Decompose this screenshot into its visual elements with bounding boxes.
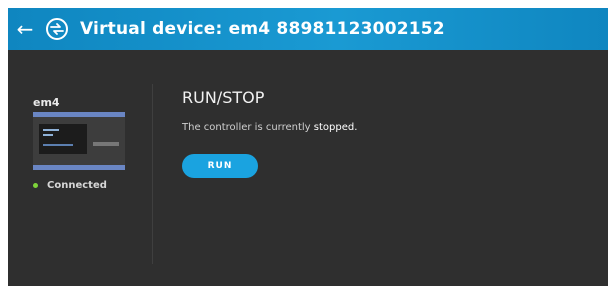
app-window: ← Virtual device: em4 88981123002152 em4 [8, 8, 608, 286]
status-message-text: The controller is currently [182, 122, 314, 133]
device-logo-icon [44, 16, 70, 42]
device-sidebar: em4 Connected [8, 50, 153, 286]
status-dot-icon [33, 183, 38, 188]
device-name: em4 [33, 96, 60, 109]
app-header: ← Virtual device: em4 88981123002152 [8, 8, 608, 50]
back-button[interactable]: ← [8, 8, 42, 50]
section-heading: RUN/STOP [182, 88, 265, 107]
page-title: Virtual device: em4 88981123002152 [80, 19, 445, 39]
run-button[interactable]: RUN [182, 154, 258, 178]
connection-status: Connected [33, 180, 107, 191]
controller-state: stopped. [313, 122, 358, 133]
thumbnail-info [93, 142, 119, 146]
panel-divider [152, 84, 153, 264]
arrow-left-icon: ← [16, 17, 34, 41]
controller-status-message: The controller is currently stopped. [182, 122, 357, 133]
thumbnail-bottom-strip [33, 165, 125, 170]
thumbnail-top-strip [33, 112, 125, 117]
device-thumbnail[interactable] [33, 112, 125, 170]
thumbnail-screen [39, 124, 87, 154]
connection-status-label: Connected [47, 180, 107, 191]
